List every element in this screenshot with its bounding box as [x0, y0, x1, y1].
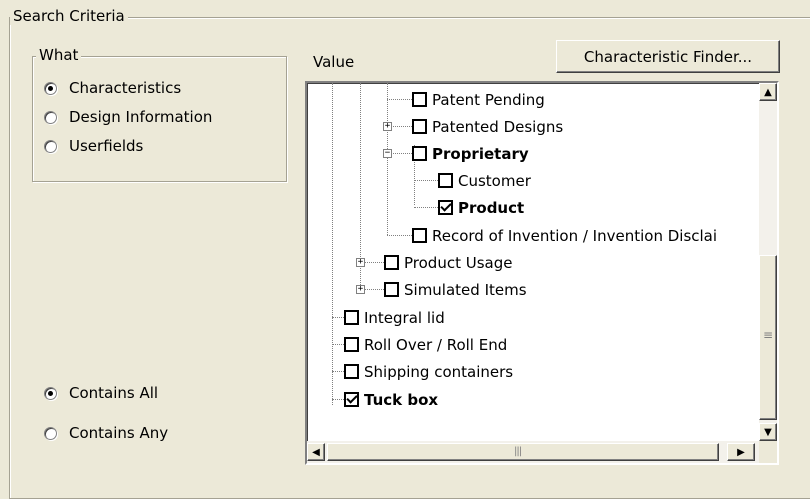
scroll-up-icon[interactable]: ▲	[759, 83, 777, 101]
tree-item-shipping-containers[interactable]: Shipping containers	[344, 358, 513, 385]
expand-icon[interactable]: +	[356, 285, 365, 294]
expand-icon[interactable]: +	[383, 122, 392, 131]
radio-button-icon[interactable]	[44, 386, 57, 400]
tree-item-simulated-items[interactable]: Simulated Items	[384, 276, 527, 303]
tree-item-patent-pending[interactable]: Patent Pending	[412, 86, 545, 113]
checkbox-checked[interactable]	[344, 392, 359, 407]
what-legend: What	[36, 46, 82, 64]
value-tree[interactable]: + − + + Patent Pending Patented Designs …	[305, 81, 779, 465]
tree-item-label: Simulated Items	[404, 280, 527, 299]
radio-button-icon[interactable]	[44, 81, 57, 95]
radio-button-icon[interactable]	[44, 426, 57, 440]
tree-item-product[interactable]: Product	[438, 194, 524, 221]
tree-item-record-of-invention[interactable]: Record of Invention / Invention Disclai	[412, 222, 717, 249]
tree-item-proprietary[interactable]: Proprietary	[412, 140, 529, 167]
search-criteria-legend: Search Criteria	[10, 7, 128, 25]
radio-button-icon[interactable]	[44, 139, 57, 153]
tree-item-label: Proprietary	[432, 144, 529, 163]
radio-characteristics[interactable]: Characteristics	[44, 77, 181, 99]
tree-item-customer[interactable]: Customer	[438, 167, 531, 194]
tree-item-product-usage[interactable]: Product Usage	[384, 249, 512, 276]
radio-userfields[interactable]: Userfields	[44, 135, 143, 157]
tree-item-label: Product Usage	[404, 253, 513, 272]
radio-label: Contains All	[69, 384, 159, 402]
vertical-scroll-thumb[interactable]: ≡	[759, 255, 777, 420]
checkbox[interactable]	[412, 92, 427, 107]
grip-icon: |||	[514, 446, 522, 457]
radio-label: Userfields	[69, 137, 144, 155]
characteristic-finder-button[interactable]: Characteristic Finder...	[556, 40, 780, 73]
radio-design-information[interactable]: Design Information	[44, 106, 212, 128]
checkbox[interactable]	[344, 337, 359, 352]
tree-item-label: Patent Pending	[432, 90, 545, 109]
tree-item-integral-lid[interactable]: Integral lid	[344, 304, 445, 331]
expand-icon[interactable]: +	[356, 258, 365, 267]
checkbox[interactable]	[384, 255, 399, 270]
tree-item-patented-designs[interactable]: Patented Designs	[412, 113, 563, 140]
checkbox[interactable]	[412, 146, 427, 161]
radio-contains-any[interactable]: Contains Any	[44, 422, 168, 444]
tree-item-label: Tuck box	[364, 390, 439, 409]
scroll-right-icon[interactable]: ▶	[727, 443, 755, 461]
checkbox[interactable]	[438, 173, 453, 188]
radio-contains-all[interactable]: Contains All	[44, 382, 158, 404]
grip-icon: ≡	[763, 328, 774, 342]
radio-label: Characteristics	[69, 79, 182, 97]
tree-item-label: Patented Designs	[432, 117, 564, 136]
checkbox[interactable]	[384, 282, 399, 297]
radio-label: Design Information	[69, 108, 213, 126]
tree-item-label: Roll Over / Roll End	[364, 335, 508, 354]
checkbox-checked[interactable]	[438, 200, 453, 215]
tree-item-label: Customer	[458, 171, 531, 190]
tree-item-label: Shipping containers	[364, 362, 514, 381]
checkbox[interactable]	[412, 119, 427, 134]
radio-label: Contains Any	[69, 424, 169, 442]
value-label: Value	[313, 53, 355, 71]
tree-item-label: Integral lid	[364, 308, 445, 327]
tree-item-label: Product	[458, 198, 525, 217]
tree-item-roll-over[interactable]: Roll Over / Roll End	[344, 331, 507, 358]
tree-item-label: Record of Invention / Invention Disclai	[432, 226, 718, 245]
scroll-left-icon[interactable]: ◀	[307, 443, 325, 461]
checkbox[interactable]	[412, 228, 427, 243]
scrollbar-corner	[759, 441, 777, 463]
horizontal-scroll-thumb[interactable]: |||	[327, 443, 719, 461]
checkbox[interactable]	[344, 310, 359, 325]
checkbox[interactable]	[344, 364, 359, 379]
tree-item-tuck-box[interactable]: Tuck box	[344, 386, 438, 413]
scroll-down-icon[interactable]: ▼	[759, 423, 777, 441]
radio-button-icon[interactable]	[44, 110, 57, 124]
collapse-icon[interactable]: −	[383, 149, 392, 158]
